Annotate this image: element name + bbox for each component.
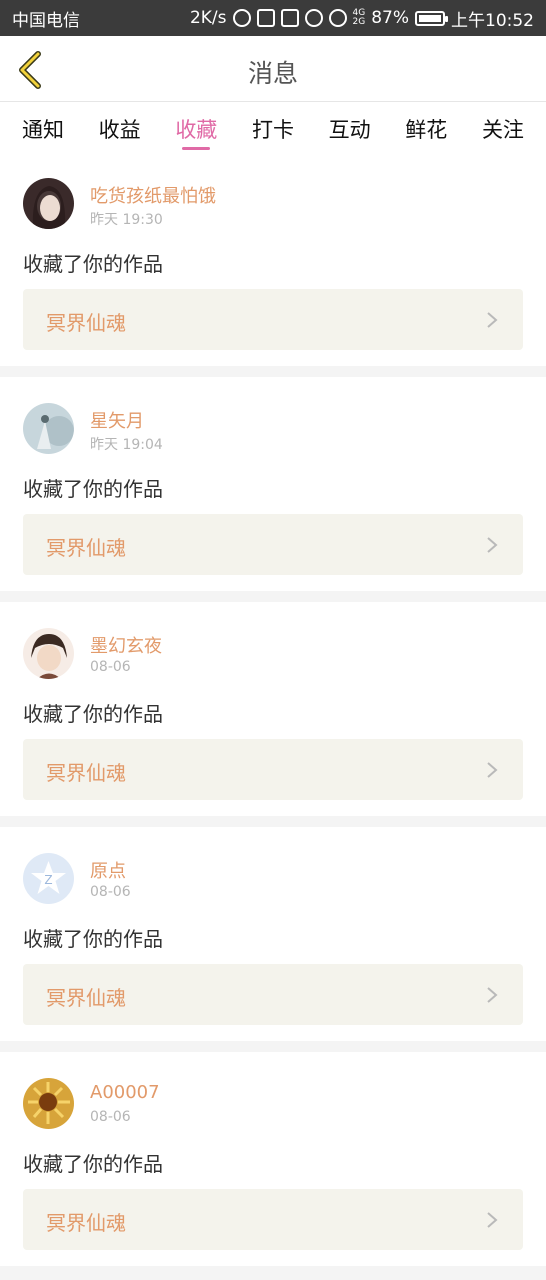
message-card: 星矢月昨天 19:04 收藏了你的作品冥界仙魂 xyxy=(0,377,546,591)
tab-5[interactable]: 鲜花 xyxy=(405,102,447,152)
action-text: 收藏了你的作品 xyxy=(23,252,163,276)
action-text: 收藏了你的作品 xyxy=(23,702,163,726)
work-title: 冥界仙魂 xyxy=(46,761,126,785)
work-link[interactable]: 冥界仙魂 xyxy=(23,739,523,800)
chevron-right-icon xyxy=(487,312,498,328)
avatar[interactable] xyxy=(23,178,74,229)
hotspot-icon xyxy=(232,9,251,27)
user-name[interactable]: 原点 xyxy=(90,857,126,883)
work-link[interactable]: 冥界仙魂 xyxy=(23,1189,523,1250)
work-link[interactable]: 冥界仙魂 xyxy=(23,964,523,1025)
work-title: 冥界仙魂 xyxy=(46,536,126,560)
chevron-right-icon xyxy=(487,537,498,553)
action-text: 收藏了你的作品 xyxy=(23,477,163,501)
user-name[interactable]: 吃货孩纸最怕饿 xyxy=(90,182,216,208)
message-card: A00007 08-06 收藏了你的作品冥界仙魂 xyxy=(0,1052,546,1266)
work-title: 冥界仙魂 xyxy=(46,311,126,335)
message-time: 昨天 19:30 xyxy=(90,212,163,228)
message-time: 08-06 xyxy=(90,659,131,675)
header-bar: 消息 xyxy=(0,36,546,102)
action-text: 收藏了你的作品 xyxy=(23,1152,163,1176)
avatar[interactable] xyxy=(23,628,74,679)
message-time: 08-06 xyxy=(90,1109,131,1125)
battery-icon xyxy=(415,10,448,26)
message-time: 08-06 xyxy=(90,884,131,900)
work-link[interactable]: 冥界仙魂 xyxy=(23,289,523,350)
message-card: Z 原点 08-06 收藏了你的作品冥界仙魂 xyxy=(0,827,546,1041)
tab-4[interactable]: 互动 xyxy=(329,102,371,152)
message-card: 墨幻玄夜 08-06 收藏了你的作品冥界仙魂 xyxy=(0,602,546,816)
avatar[interactable] xyxy=(23,403,74,454)
chevron-right-icon xyxy=(487,762,498,778)
chevron-right-icon xyxy=(487,987,498,1003)
work-link[interactable]: 冥界仙魂 xyxy=(23,514,523,575)
user-name[interactable]: A00007 xyxy=(90,1082,160,1103)
work-title: 冥界仙魂 xyxy=(46,1211,126,1235)
clock: 上午10:52 xyxy=(451,10,534,31)
action-text: 收藏了你的作品 xyxy=(23,927,163,951)
user-name[interactable]: 墨幻玄夜 xyxy=(90,632,162,658)
tab-3[interactable]: 打卡 xyxy=(252,102,294,152)
battery-percent: 87% xyxy=(371,8,409,28)
tab-bar: 通知 收益 收藏 打卡 互动 鲜花 关注 xyxy=(0,102,546,152)
network-speed: 2K/s xyxy=(189,8,227,28)
alarm-icon xyxy=(304,9,323,27)
tab-6[interactable]: 关注 xyxy=(482,102,524,152)
carrier-label: 中国电信 xyxy=(12,10,80,31)
avatar[interactable]: Z xyxy=(23,853,74,904)
tab-2[interactable]: 收藏 xyxy=(175,102,217,152)
svg-text:Z: Z xyxy=(44,873,52,887)
message-list: 吃货孩纸最怕饿 昨天 19:30 收藏了你的作品 冥界仙魂 星矢月 昨天 19:04 收藏了… xyxy=(0,152,546,1277)
headphones-icon xyxy=(256,9,275,27)
message-card: 吃货孩纸最怕饿昨天 19:30 收藏了你的作品冥界仙魂 xyxy=(0,152,546,366)
tab-1[interactable]: 收益 xyxy=(99,102,141,152)
tab-0[interactable]: 通知 xyxy=(22,102,64,152)
signal-icon: 4G 2G xyxy=(352,8,366,27)
page-title: 消息 xyxy=(247,59,298,88)
user-name[interactable]: 星矢月 xyxy=(90,407,144,433)
status-icons: 2K/s 4G 2G 87% 上午10:52 xyxy=(190,6,534,31)
work-title: 冥界仙魂 xyxy=(46,986,126,1010)
status-bar: 中国电信 2K/s 4G 2G 87% 上午10:52 xyxy=(0,0,546,36)
message-time: 昨天 19:04 xyxy=(90,437,163,453)
eye-icon xyxy=(328,9,347,27)
avatar[interactable] xyxy=(23,1078,74,1129)
mute-icon xyxy=(280,9,299,27)
chevron-right-icon xyxy=(487,1212,498,1228)
